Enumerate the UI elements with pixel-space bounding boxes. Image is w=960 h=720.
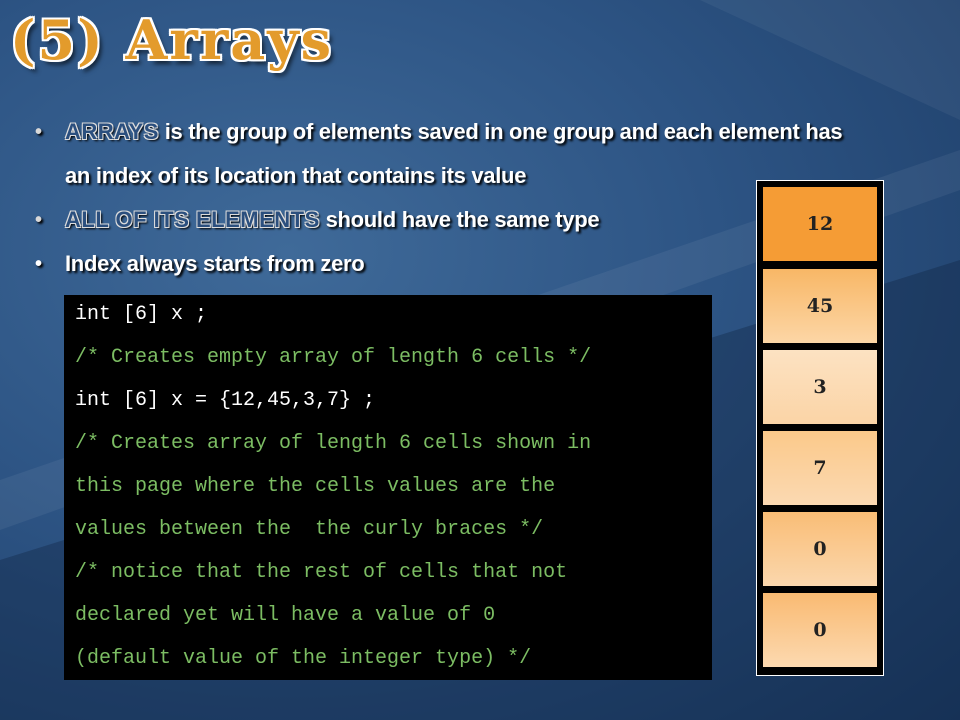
slide-title: (5) Arrays (10, 8, 334, 72)
highlight-keyword: ARRAYS (65, 119, 159, 144)
code-block: int [6] x ; /* Creates empty array of le… (64, 295, 712, 680)
code-line: int [6] x ; (75, 303, 208, 326)
array-cell: 7 (763, 431, 877, 505)
code-comment-line: values between the the curly braces */ (75, 518, 544, 541)
code-comment-line: /* Creates array of length 6 cells shown… (75, 432, 592, 455)
code-comment-line: /* notice that the rest of cells that no… (75, 561, 568, 584)
array-cell: 0 (763, 512, 877, 586)
highlight-keyword: ALL OF ITS ELEMENTS (65, 207, 320, 232)
bullet-icon: • (35, 253, 42, 275)
array-diagram: 12 45 3 7 0 0 (756, 180, 884, 676)
bullet-icon: • (35, 121, 42, 143)
code-line: int [6] x = {12,45,3,7} ; (75, 389, 376, 412)
code-comment-line: (default value of the integer type) */ (75, 647, 532, 670)
code-comment-line: /* Creates empty array of length 6 cells… (75, 346, 592, 369)
code-comment-line: declared yet will have a value of 0 (75, 604, 496, 627)
code-comment-line: this page where the cells values are the (75, 475, 556, 498)
array-cell: 12 (763, 187, 877, 261)
array-cell: 45 (763, 269, 877, 343)
bullet-icon: • (35, 209, 42, 231)
array-cell: 3 (763, 350, 877, 424)
array-cell: 0 (763, 593, 877, 667)
